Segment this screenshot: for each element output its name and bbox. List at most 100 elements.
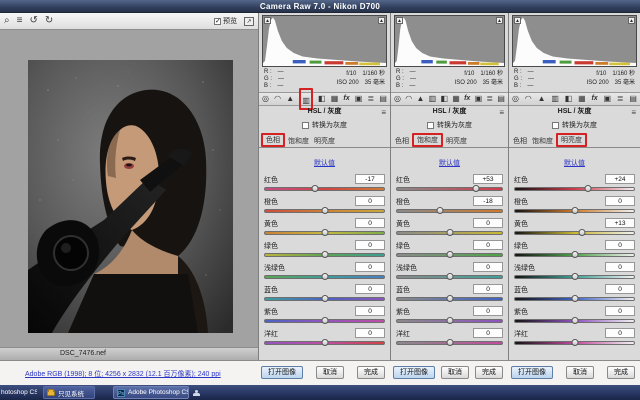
- slider-thumb[interactable]: [571, 339, 578, 346]
- slider-value-field[interactable]: 0: [605, 328, 635, 338]
- cancel-button[interactable]: 取消: [441, 366, 469, 379]
- slider-value-field[interactable]: 0: [605, 306, 635, 316]
- done-button[interactable]: 完成: [475, 366, 503, 379]
- slider-value-field[interactable]: 0: [355, 284, 385, 294]
- slider-thumb[interactable]: [311, 185, 319, 192]
- tone-curve-tab-icon[interactable]: ◠: [525, 94, 532, 104]
- slider-value-field[interactable]: 0: [355, 328, 385, 338]
- effects-tab-icon[interactable]: fx: [464, 94, 470, 104]
- slider-value-field[interactable]: 0: [605, 262, 635, 272]
- split-toning-tab-icon[interactable]: ◧: [565, 94, 573, 104]
- fullscreen-toggle-icon[interactable]: ↗: [244, 16, 254, 26]
- convert-grayscale-checkbox[interactable]: 转换为灰度: [391, 119, 508, 131]
- checkbox-icon[interactable]: [427, 121, 434, 129]
- slider-value-field[interactable]: 0: [355, 240, 385, 250]
- open-image-button[interactable]: 打开图像: [261, 366, 303, 379]
- slider-value-field[interactable]: -17: [355, 174, 385, 184]
- split-toning-tab-icon[interactable]: ◧: [318, 94, 326, 104]
- hsl-grayscale-tab-icon[interactable]: ▥: [429, 94, 437, 104]
- slider-value-field[interactable]: 0: [355, 306, 385, 316]
- slider-thumb[interactable]: [321, 251, 328, 258]
- basic-tab-icon[interactable]: ◎: [512, 94, 519, 104]
- shadow-clip-icon[interactable]: ▲: [264, 17, 271, 24]
- slider-thumb[interactable]: [321, 295, 328, 302]
- detail-tab-icon[interactable]: ▲: [416, 94, 424, 104]
- highlight-clip-icon[interactable]: ▲: [628, 17, 635, 24]
- taskbar-tray-user-icon[interactable]: [193, 386, 203, 399]
- slider-thumb[interactable]: [571, 207, 578, 214]
- slider-track[interactable]: [514, 231, 635, 235]
- slider-thumb[interactable]: [571, 273, 578, 280]
- slider-track[interactable]: [514, 187, 635, 191]
- snapshots-tab-icon[interactable]: ▤: [629, 94, 637, 104]
- done-button[interactable]: 完成: [607, 366, 635, 379]
- snapshots-tab-icon[interactable]: ▤: [497, 94, 505, 104]
- white-balance-tool-icon[interactable]: ≡: [17, 16, 23, 26]
- presets-tab-icon[interactable]: ≣: [486, 94, 493, 104]
- basic-tab-icon[interactable]: ◎: [394, 94, 401, 104]
- camera-calibration-tab-icon[interactable]: ▣: [355, 94, 363, 104]
- basic-tab-icon[interactable]: ◎: [262, 94, 269, 104]
- checkbox-check-icon[interactable]: ✓: [214, 17, 221, 25]
- tone-curve-tab-icon[interactable]: ◠: [405, 94, 412, 104]
- hsl-tab-hue[interactable]: 色相: [511, 135, 529, 147]
- slider-value-field[interactable]: +24: [605, 174, 635, 184]
- hsl-tab-luminance[interactable]: 明亮度: [559, 136, 584, 145]
- slider-value-field[interactable]: 0: [473, 328, 503, 338]
- slider-thumb[interactable]: [321, 273, 328, 280]
- lens-corrections-tab-icon[interactable]: ▦: [578, 94, 586, 104]
- convert-grayscale-checkbox[interactable]: 转换为灰度: [259, 119, 390, 131]
- slider-value-field[interactable]: 0: [473, 306, 503, 316]
- slider-value-field[interactable]: +13: [605, 218, 635, 228]
- slider-thumb[interactable]: [472, 185, 480, 192]
- slider-value-field[interactable]: 0: [605, 240, 635, 250]
- hsl-tab-hue[interactable]: 色相: [393, 135, 411, 147]
- hsl-tab-luminance[interactable]: 明亮度: [444, 135, 469, 147]
- effects-tab-icon[interactable]: fx: [343, 94, 349, 104]
- camera-calibration-tab-icon[interactable]: ▣: [604, 94, 612, 104]
- cancel-button[interactable]: 取消: [566, 366, 594, 379]
- rotate-right-icon[interactable]: ↻: [45, 16, 53, 26]
- hsl-tab-saturation[interactable]: 饱和度: [286, 135, 311, 147]
- slider-thumb[interactable]: [321, 317, 328, 324]
- presets-tab-icon[interactable]: ≣: [617, 94, 624, 104]
- camera-calibration-tab-icon[interactable]: ▣: [475, 94, 483, 104]
- tone-curve-tab-icon[interactable]: ◠: [274, 94, 281, 104]
- slider-thumb[interactable]: [446, 229, 453, 236]
- panel-menu-icon[interactable]: ≡: [631, 107, 636, 118]
- histogram[interactable]: ▲ ▲: [394, 15, 505, 67]
- detail-tab-icon[interactable]: ▲: [286, 94, 294, 104]
- default-values-link[interactable]: 默认值: [564, 160, 585, 167]
- hsl-tab-hue[interactable]: 色相: [264, 136, 282, 145]
- cancel-button[interactable]: 取消: [316, 366, 344, 379]
- slider-value-field[interactable]: 0: [355, 218, 385, 228]
- slider-value-field[interactable]: -18: [473, 196, 503, 206]
- default-values-link[interactable]: 默认值: [314, 160, 335, 167]
- hsl-tab-saturation[interactable]: 饱和度: [530, 135, 555, 147]
- taskbar-item-clipped[interactable]: hotoshop CS6: [1, 386, 37, 399]
- panel-menu-icon[interactable]: ≡: [499, 107, 504, 118]
- done-button[interactable]: 完成: [357, 366, 385, 379]
- hsl-tab-saturation[interactable]: 饱和度: [415, 136, 440, 145]
- hsl-grayscale-tab-icon[interactable]: ▥: [302, 96, 310, 105]
- slider-value-field[interactable]: 0: [355, 196, 385, 206]
- lens-corrections-tab-icon[interactable]: ▦: [452, 94, 460, 104]
- slider-track[interactable]: [396, 187, 503, 191]
- slider-value-field[interactable]: 0: [473, 218, 503, 228]
- highlight-clip-icon[interactable]: ▲: [496, 17, 503, 24]
- slider-value-field[interactable]: 0: [605, 284, 635, 294]
- shadow-clip-icon[interactable]: ▲: [514, 17, 521, 24]
- split-toning-tab-icon[interactable]: ◧: [440, 94, 448, 104]
- open-image-button[interactable]: 打开图像: [393, 366, 435, 379]
- slider-thumb[interactable]: [446, 295, 453, 302]
- slider-value-field[interactable]: 0: [473, 262, 503, 272]
- panel-menu-icon[interactable]: ≡: [381, 107, 386, 118]
- slider-thumb[interactable]: [446, 339, 453, 346]
- preview-checkbox[interactable]: ✓ 预览: [214, 16, 237, 26]
- slider-value-field[interactable]: 0: [473, 240, 503, 250]
- rotate-left-icon[interactable]: ↺: [29, 16, 37, 26]
- slider-track[interactable]: [264, 187, 385, 191]
- slider-value-field[interactable]: +53: [473, 174, 503, 184]
- workflow-options-link[interactable]: Adobe RGB (1998); 8 位; 4256 x 2832 (12.1…: [25, 369, 221, 379]
- slider-thumb[interactable]: [321, 207, 328, 214]
